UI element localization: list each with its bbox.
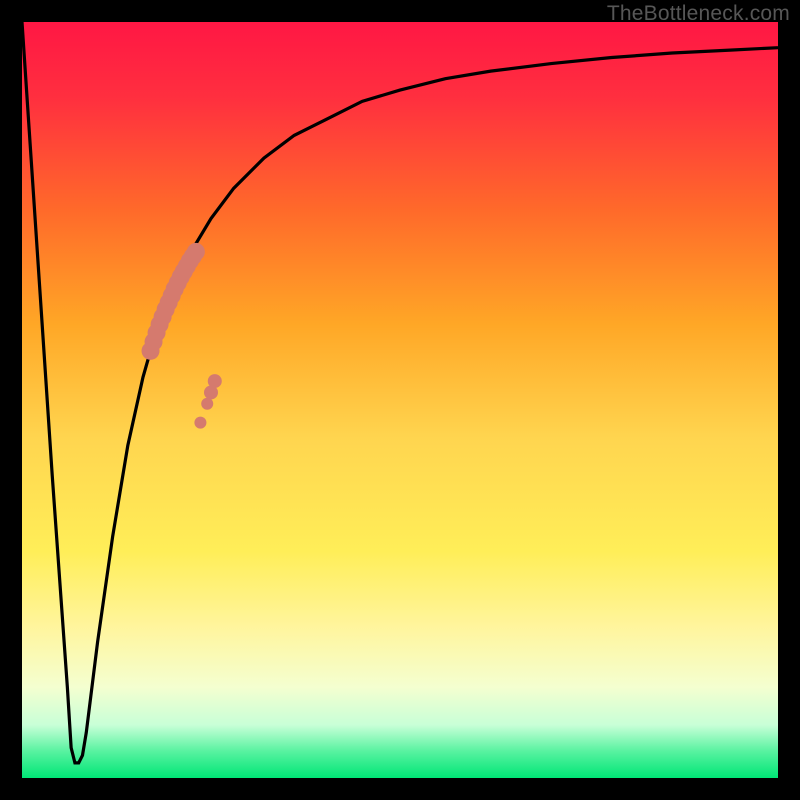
plot-area	[22, 22, 778, 778]
gradient-background	[22, 22, 778, 778]
watermark-text: TheBottleneck.com	[607, 2, 790, 26]
marker-dot	[194, 417, 206, 429]
chart-frame: TheBottleneck.com	[0, 0, 800, 800]
marker-dot	[201, 398, 213, 410]
marker-dot	[187, 243, 205, 261]
marker-dot	[208, 374, 222, 388]
chart-svg	[22, 22, 778, 778]
